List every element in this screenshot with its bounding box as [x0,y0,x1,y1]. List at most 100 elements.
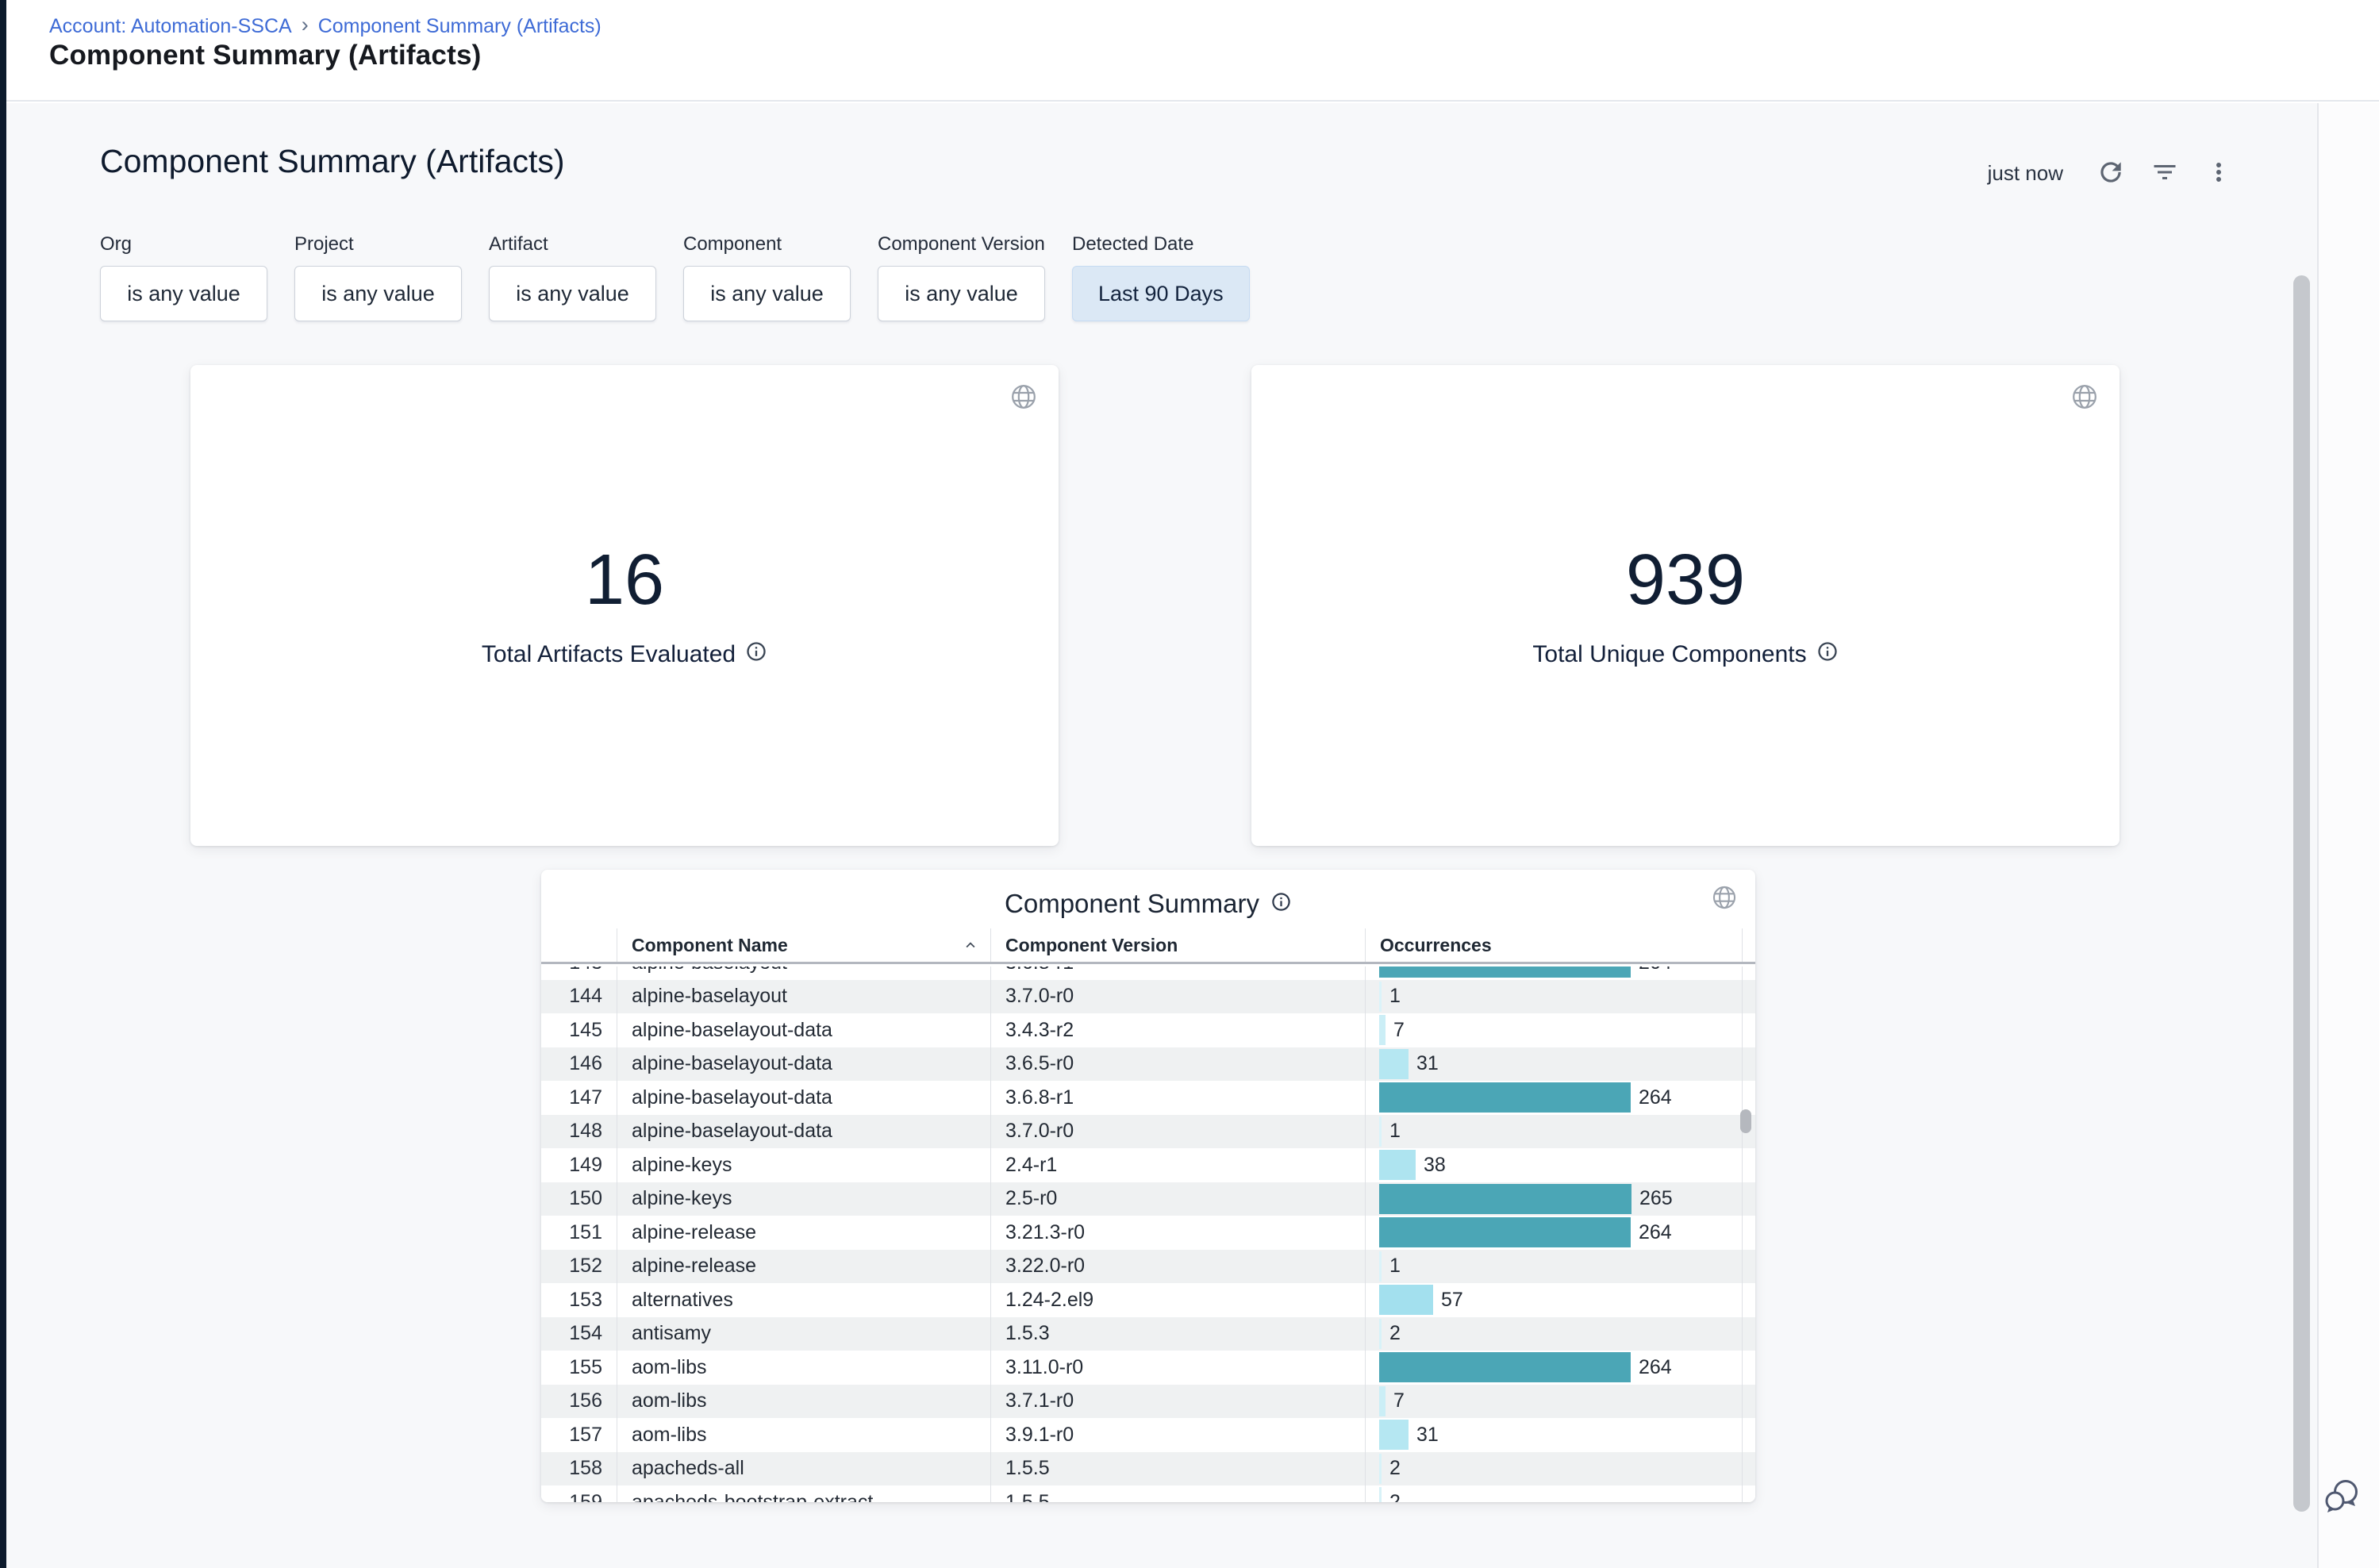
occurrence-bar [1379,1082,1631,1113]
cell-component-version: 3.21.3-r0 [990,1216,1365,1250]
breadcrumb: Account: Automation-SSCA › Component Sum… [49,14,601,39]
column-header-row-number [541,928,617,962]
cell-occurrences: 264 [1365,1351,1742,1385]
table-scrollbar-thumb[interactable] [1740,1109,1751,1133]
table-row[interactable]: 147 alpine-baselayout-data 3.6.8-r1 264 [541,1081,1755,1115]
occurrence-value: 2 [1389,1322,1401,1345]
occurrence-value: 7 [1393,1019,1405,1042]
occurrence-value: 1 [1389,985,1401,1008]
occurrence-value: 1 [1389,1120,1401,1143]
occurrence-bar [1379,1217,1631,1247]
filter-label: Project [294,233,462,256]
cell-component-version: 1.5.3 [990,1317,1365,1351]
total-components-label: Total Unique Components [1251,640,2120,669]
table-row[interactable]: 156 aom-libs 3.7.1-r0 7 [541,1385,1755,1419]
row-gutter [1742,1250,1755,1284]
table-row[interactable]: 143 alpine-baselayout 3.6.8-r1 264 [541,967,1755,980]
cell-occurrences: 265 [1365,1182,1742,1216]
filter-label: Component [683,233,851,256]
cell-occurrences: 2 [1365,1452,1742,1486]
filter-org[interactable]: is any value [100,266,267,321]
filter-item: Artifact is any value [489,233,656,321]
row-gutter [1742,1418,1755,1452]
table-row[interactable]: 152 alpine-release 3.22.0-r0 1 [541,1250,1755,1284]
row-index: 157 [541,1418,617,1452]
table-row[interactable]: 145 alpine-baselayout-data 3.4.3-r2 7 [541,1013,1755,1047]
table-row[interactable]: 159 apacheds-bootstrap-extract 1.5.5 2 [541,1485,1755,1502]
table-row[interactable]: 158 apacheds-all 1.5.5 2 [541,1452,1755,1486]
table-row[interactable]: 157 aom-libs 3.9.1-r0 31 [541,1418,1755,1452]
table-title-row: Component Summary [541,889,1755,919]
occurrence-value: 265 [1639,1187,1673,1210]
filter-detected-date[interactable]: Last 90 Days [1072,266,1250,321]
column-header-occurrences[interactable]: Occurrences [1365,928,1742,962]
row-index: 150 [541,1182,617,1216]
filter-item: Component Version is any value [878,233,1045,321]
filter-artifact[interactable]: is any value [489,266,656,321]
cell-component-version: 3.6.8-r1 [990,1081,1365,1115]
total-components-value: 939 [1251,544,2120,617]
table-row[interactable]: 154 antisamy 1.5.3 2 [541,1317,1755,1351]
row-gutter [1742,1148,1755,1182]
row-index: 159 [541,1485,617,1502]
row-index: 154 [541,1317,617,1351]
filters-row: Org is any value Project is any value Ar… [100,233,1250,321]
filter-project[interactable]: is any value [294,266,462,321]
occurrence-bar [1379,1285,1433,1315]
filter-item: Component is any value [683,233,851,321]
table-row[interactable]: 146 alpine-baselayout-data 3.6.5-r0 31 [541,1047,1755,1082]
cell-component-version: 1.24-2.el9 [990,1283,1365,1317]
cell-occurrences: 2 [1365,1485,1742,1502]
row-gutter [1742,1385,1755,1419]
cell-occurrences: 264 [1365,1081,1742,1115]
occurrence-value: 1 [1389,1255,1401,1278]
dashboard-more-menu-button[interactable] [2201,156,2236,190]
table-row[interactable]: 155 aom-libs 3.11.0-r0 264 [541,1351,1755,1385]
column-header-component-name[interactable]: Component Name [617,928,990,962]
cell-component-version: 3.4.3-r2 [990,1013,1365,1047]
cell-component-name: aom-libs [617,1385,990,1419]
occurrence-bar [1379,1319,1382,1349]
cell-component-name: apacheds-bootstrap-extract [617,1485,990,1502]
chevron-right-icon: › [302,13,309,37]
table-row[interactable]: 151 alpine-release 3.21.3-r0 264 [541,1216,1755,1250]
info-icon[interactable] [1270,891,1292,917]
info-icon[interactable] [745,640,767,669]
page-scrollbar-thumb[interactable] [2293,275,2310,1512]
breadcrumb-account-link[interactable]: Account: Automation-SSCA [49,15,292,38]
row-gutter [1742,1452,1755,1486]
occurrence-bar [1379,1049,1409,1079]
cell-component-name: apacheds-all [617,1452,990,1486]
refresh-button[interactable] [2093,156,2128,190]
stat-label-text: Total Artifacts Evaluated [482,641,736,668]
table-row[interactable]: 153 alternatives 1.24-2.el9 57 [541,1283,1755,1317]
table-body: 143 alpine-baselayout 3.6.8-r1 264 144 a… [541,967,1755,1502]
cell-component-name: alpine-release [617,1216,990,1250]
occurrence-value: 2 [1389,1491,1401,1502]
page-title: Component Summary (Artifacts) [49,40,481,71]
row-gutter [1742,1485,1755,1502]
globe-icon [1009,382,1038,415]
cell-component-name: alpine-release [617,1250,990,1284]
column-header-component-version[interactable]: Component Version [990,928,1365,962]
tile-total-artifacts-evaluated: 16 Total Artifacts Evaluated [190,365,1059,846]
globe-icon [2070,382,2099,415]
help-chat-button[interactable] [2317,1473,2365,1520]
cell-occurrences: 31 [1365,1047,1742,1082]
table-row[interactable]: 150 alpine-keys 2.5-r0 265 [541,1182,1755,1216]
right-margin [2319,103,2379,1568]
cell-occurrences: 7 [1365,1013,1742,1047]
filter-label: Component Version [878,233,1045,256]
cell-component-version: 3.7.1-r0 [990,1385,1365,1419]
stat-label-text: Total Unique Components [1532,641,1806,668]
table-row[interactable]: 144 alpine-baselayout 3.7.0-r0 1 [541,980,1755,1014]
filter-component-version[interactable]: is any value [878,266,1045,321]
table-row[interactable]: 148 alpine-baselayout-data 3.7.0-r0 1 [541,1115,1755,1149]
table-row[interactable]: 149 alpine-keys 2.4-r1 38 [541,1148,1755,1182]
breadcrumb-page-link[interactable]: Component Summary (Artifacts) [318,15,601,38]
info-icon[interactable] [1816,640,1839,669]
cell-component-version: 3.6.5-r0 [990,1047,1365,1082]
dashboard-filters-button[interactable] [2147,156,2182,190]
row-index: 151 [541,1216,617,1250]
filter-component[interactable]: is any value [683,266,851,321]
